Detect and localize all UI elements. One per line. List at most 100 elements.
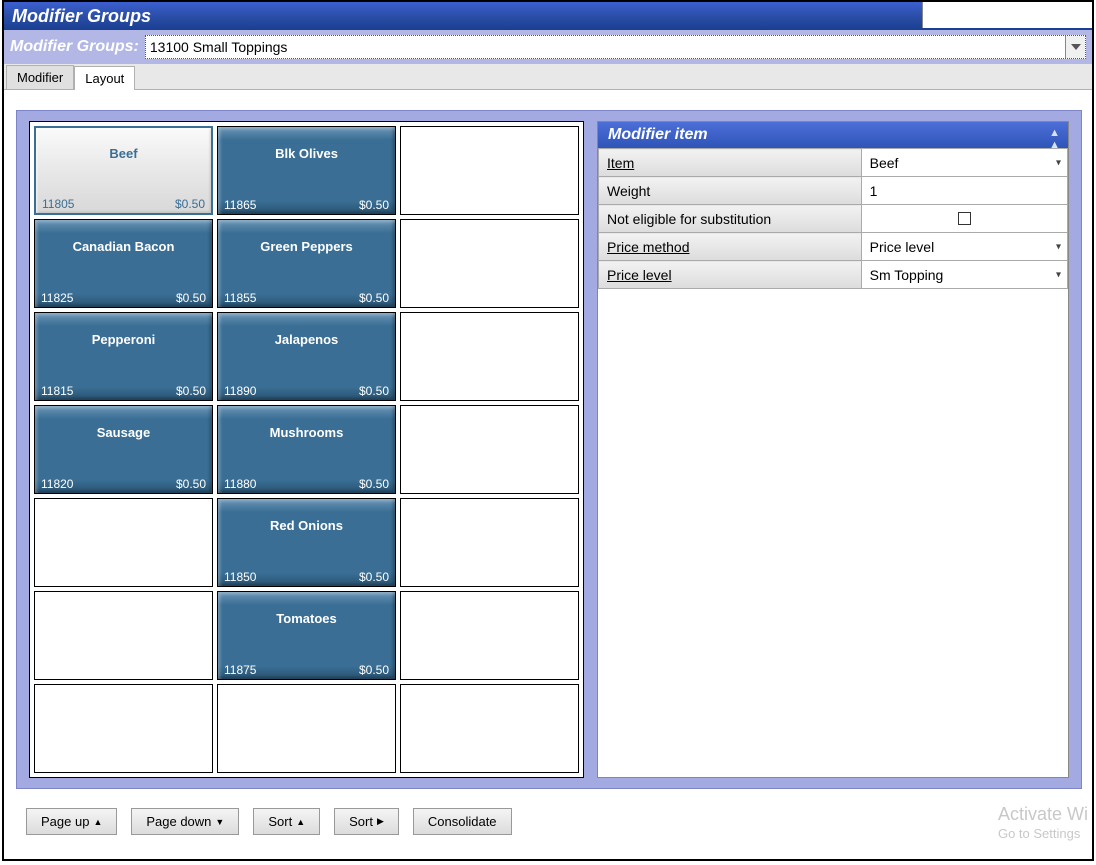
cell-name: Jalapenos <box>218 313 395 365</box>
prop-weight-label: Weight <box>599 177 862 205</box>
work-area: Beef11805$0.50Blk Olives11865$0.50Canadi… <box>4 90 1092 859</box>
prop-substitution-value[interactable] <box>861 205 1067 233</box>
cell-price: $0.50 <box>175 197 205 211</box>
watermark-line1: Activate Wi <box>998 803 1088 826</box>
properties-title: Modifier item <box>608 126 708 144</box>
selector-row: Modifier Groups: 13100 Small Toppings <box>4 30 1092 64</box>
modifier-groups-value: 13100 Small Toppings <box>150 39 288 55</box>
sort-up-button[interactable]: Sort ▲ <box>253 808 320 835</box>
layout-cell-2-2[interactable] <box>400 312 579 401</box>
prop-weight-value[interactable]: 1 <box>861 177 1067 205</box>
prop-price-level-label: Price level <box>599 261 862 289</box>
collapse-icon[interactable]: ▲▲ <box>1049 127 1060 151</box>
sort-right-label: Sort <box>349 814 373 829</box>
page-down-button[interactable]: Page down ▼ <box>131 808 239 835</box>
cell-price: $0.50 <box>359 477 389 491</box>
cell-price: $0.50 <box>176 384 206 398</box>
cell-name: Pepperoni <box>35 313 212 365</box>
window-title: Modifier Groups <box>12 6 151 27</box>
layout-cell-0-0[interactable]: Beef 11805 $0.50 <box>34 126 213 215</box>
layout-cell-1-0[interactable]: Canadian Bacon11825$0.50 <box>34 219 213 308</box>
tab-modifier[interactable]: Modifier <box>6 65 74 89</box>
substitution-checkbox[interactable] <box>958 212 971 225</box>
layout-cell-3-2[interactable] <box>400 405 579 494</box>
properties-table: Item Beef ▾ Weight 1 Not eligible for <box>598 148 1068 289</box>
sort-right-button[interactable]: Sort▶ <box>334 808 399 835</box>
layout-cell-2-0[interactable]: Pepperoni11815$0.50 <box>34 312 213 401</box>
prop-price-method-text: Price level <box>870 239 935 255</box>
layout-cell-1-1[interactable]: Green Peppers 11855 $0.50 <box>217 219 396 308</box>
cell-code: 11850 <box>224 570 256 584</box>
prop-item-text: Beef <box>870 155 899 171</box>
cell-name: Canadian Bacon <box>35 220 212 272</box>
title-bar: Modifier Groups <box>4 2 1092 30</box>
arrow-up-icon: ▲ <box>296 817 305 827</box>
layout-cell-6-2[interactable] <box>400 684 579 773</box>
cell-code: 11855 <box>224 291 256 305</box>
layout-cell-6-0[interactable] <box>34 684 213 773</box>
modifier-groups-label: Modifier Groups: <box>10 38 139 56</box>
consolidate-label: Consolidate <box>428 814 497 829</box>
prop-weight-text: 1 <box>870 183 878 199</box>
layout-cell-4-0[interactable] <box>34 498 213 587</box>
cell-name: Mushrooms <box>218 406 395 458</box>
cell-price: $0.50 <box>359 291 389 305</box>
prop-price-level-value[interactable]: Sm Topping ▾ <box>861 261 1067 289</box>
properties-header[interactable]: Modifier item ▲▲ <box>598 122 1068 148</box>
chevron-down-icon: ▾ <box>1056 157 1061 168</box>
window-root: Modifier Groups Modifier Groups: 13100 S… <box>2 0 1094 861</box>
tab-layout-label: Layout <box>85 71 124 86</box>
sort-up-label: Sort <box>268 814 292 829</box>
arrow-up-icon: ▲ <box>93 817 102 827</box>
layout-cell-0-2[interactable] <box>400 126 579 215</box>
tab-layout[interactable]: Layout <box>74 66 135 90</box>
properties-panel: Modifier item ▲▲ Item Beef ▾ Weight <box>597 121 1069 778</box>
chevron-down-icon: ▾ <box>1056 269 1061 280</box>
cell-name: Beef <box>36 128 211 179</box>
page-down-label: Page down <box>146 814 211 829</box>
layout-grid: Beef11805$0.50Blk Olives11865$0.50Canadi… <box>29 121 584 778</box>
page-up-label: Page up <box>41 814 89 829</box>
layout-cell-5-2[interactable] <box>400 591 579 680</box>
cell-code: 11880 <box>224 477 256 491</box>
prop-price-level-text: Sm Topping <box>870 267 944 283</box>
prop-substitution-label: Not eligible for substitution <box>599 205 862 233</box>
layout-cell-3-0[interactable]: Sausage 11820 $0.50 <box>34 405 213 494</box>
windows-activation-watermark: Activate Wi Go to Settings <box>998 803 1088 843</box>
watermark-line2: Go to Settings <box>998 826 1088 843</box>
cell-price: $0.50 <box>359 663 389 677</box>
tab-modifier-label: Modifier <box>17 70 63 85</box>
consolidate-button[interactable]: Consolidate <box>413 808 512 835</box>
layout-cell-0-1[interactable]: Blk Olives11865$0.50 <box>217 126 396 215</box>
layout-cell-4-1[interactable]: Red Onions 11850 $0.50 <box>217 498 396 587</box>
modifier-groups-dropdown[interactable]: 13100 Small Toppings <box>145 35 1086 59</box>
layout-cell-2-1[interactable]: Jalapenos11890$0.50 <box>217 312 396 401</box>
layout-cell-4-2[interactable] <box>400 498 579 587</box>
cell-name: Tomatoes <box>218 592 395 644</box>
layout-cell-5-0[interactable] <box>34 591 213 680</box>
layout-cell-6-1[interactable] <box>217 684 396 773</box>
chevron-down-icon[interactable] <box>1065 36 1085 58</box>
arrow-down-icon: ▼ <box>215 817 224 827</box>
layout-panel: Beef11805$0.50Blk Olives11865$0.50Canadi… <box>16 110 1082 789</box>
layout-cell-1-2[interactable] <box>400 219 579 308</box>
page-up-button[interactable]: Page up ▲ <box>26 808 117 835</box>
cell-price: $0.50 <box>359 384 389 398</box>
cell-code: 11805 <box>42 197 74 211</box>
prop-item-label: Item <box>599 149 862 177</box>
cell-code: 11820 <box>41 477 73 491</box>
cell-name: Sausage <box>35 406 212 458</box>
title-bar-blank-area <box>922 2 1092 28</box>
cell-price: $0.50 <box>359 570 389 584</box>
prop-price-method-value[interactable]: Price level ▾ <box>861 233 1067 261</box>
cell-code: 11825 <box>41 291 73 305</box>
cell-code: 11875 <box>224 663 256 677</box>
cell-name: Green Peppers <box>218 220 395 272</box>
cell-price: $0.50 <box>359 198 389 212</box>
layout-cell-3-1[interactable]: Mushrooms 11880 $0.50 <box>217 405 396 494</box>
prop-item-value[interactable]: Beef ▾ <box>861 149 1067 177</box>
prop-price-method-label: Price method <box>599 233 862 261</box>
cell-price: $0.50 <box>176 477 206 491</box>
cell-name: Red Onions <box>218 499 395 551</box>
layout-cell-5-1[interactable]: Tomatoes 11875 $0.50 <box>217 591 396 680</box>
